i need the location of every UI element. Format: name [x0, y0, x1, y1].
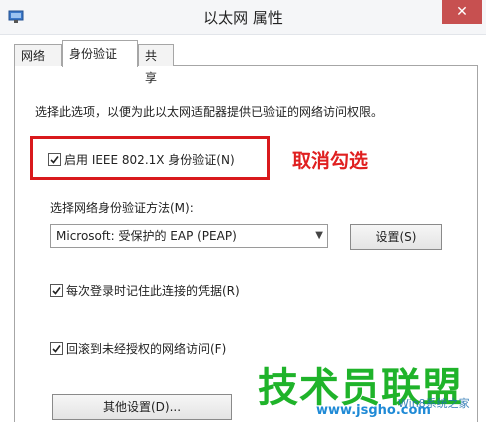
remember-credentials-checkbox[interactable]: [50, 284, 63, 297]
annotation-text: 取消勾选: [292, 150, 369, 172]
remember-credentials-label: 每次登录时记住此连接的凭据(R): [66, 284, 240, 298]
close-button[interactable]: ✕: [442, 0, 482, 24]
other-settings-button[interactable]: 其他设置(D)...: [52, 394, 232, 420]
settings-button[interactable]: 设置(S): [350, 224, 442, 250]
auth-method-value: Microsoft: 受保护的 EAP (PEAP): [56, 229, 237, 243]
fallback-unauthorized-checkbox[interactable]: [50, 342, 63, 355]
tab-network[interactable]: 网络: [14, 44, 62, 66]
auth-description: 选择此选项，以便为此以太网适配器提供已验证的网络访问权限。: [35, 105, 384, 119]
title-bar: 以太网 属性 ✕: [0, 0, 486, 35]
remember-credentials-option[interactable]: 每次登录时记住此连接的凭据(R): [50, 282, 240, 299]
fallback-unauthorized-label: 回滚到未经授权的网络访问(F): [66, 342, 227, 356]
tab-sharing[interactable]: 共享: [138, 44, 174, 85]
enable-8021x-label: 启用 IEEE 802.1X 身份验证(N): [64, 153, 235, 167]
auth-method-select[interactable]: Microsoft: 受保护的 EAP (PEAP) ▼: [50, 224, 328, 248]
auth-method-label: 选择网络身份验证方法(M):: [50, 201, 194, 215]
enable-8021x-checkbox[interactable]: [48, 153, 61, 166]
enable-8021x-option[interactable]: 启用 IEEE 802.1X 身份验证(N): [48, 151, 235, 168]
watermark-url: www.jsgho.com: [316, 403, 431, 418]
tab-authentication[interactable]: 身份验证: [62, 40, 138, 67]
window-title: 以太网 属性: [203, 9, 283, 27]
chevron-down-icon: ▼: [315, 230, 323, 241]
watermark-logo: 技术员联盟 Win8系统之家 www.jsgho.com: [258, 355, 484, 419]
fallback-unauthorized-option[interactable]: 回滚到未经授权的网络访问(F): [50, 340, 226, 357]
properties-dialog: 以太网 属性 ✕ 网络 身份验证 共享 选择此选项，以便为此以太网适配器提供已验…: [0, 0, 486, 422]
